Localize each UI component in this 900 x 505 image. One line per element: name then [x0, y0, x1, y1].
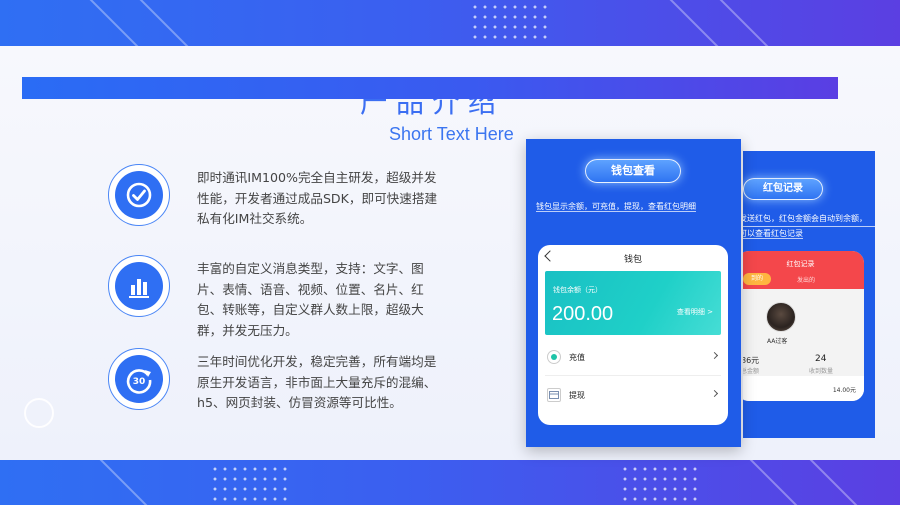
redpacket-caption-line: 可以查看红包记录	[743, 229, 803, 239]
recharge-icon	[547, 350, 561, 364]
list-amount: 14.00元	[832, 387, 856, 394]
stat-count-label: 收到数量	[809, 368, 834, 375]
feature-icon-ring	[108, 164, 170, 226]
redpacket-phone-mockup: 红包记录 发送红包，红包金额会自动到余额， 可以查看红包记录 红包记录 到的 发…	[743, 151, 875, 438]
chevron-right-icon	[710, 351, 719, 360]
row-divider	[545, 375, 721, 376]
wallet-nav-bar: 钱包	[538, 245, 728, 271]
chevron-right-icon	[710, 389, 719, 398]
feature-description: 三年时间优化开发，稳定完善，所有端均是原生开发语言，非市面上大量充斥的混编、h5…	[197, 354, 437, 410]
decor-stripe	[717, 460, 805, 505]
withdraw-icon	[547, 388, 561, 402]
decor-ring	[24, 398, 54, 428]
svg-text:30: 30	[133, 377, 146, 387]
stat-amount: 86元	[743, 356, 760, 365]
wallet-phone-mockup: 钱包查看 钱包显示余额，可充值，提现，查看红包明细 钱包 钱包余额（元） 200…	[526, 139, 741, 447]
decor-dots	[470, 2, 550, 42]
check-circle-icon	[115, 171, 163, 219]
wallet-caption-text: 钱包显示余额，可充值，提现，查看红包明细	[536, 202, 696, 212]
view-details-link[interactable]: 查看明细 >	[677, 307, 713, 317]
redpacket-caption: 发送红包，红包金额会自动到余额， 可以查看红包记录	[743, 212, 875, 241]
slide-title-text: 产品介绍	[360, 99, 504, 115]
refresh-30-icon: 30	[115, 355, 163, 403]
slide-title: 产品介绍	[360, 99, 540, 115]
decor-dots	[210, 464, 290, 504]
decor-stripe	[647, 0, 735, 46]
title-banner-bar	[22, 77, 838, 99]
user-name: AA过客	[767, 338, 788, 345]
wallet-caption: 钱包显示余额，可充值，提现，查看红包明细	[536, 200, 736, 214]
top-decorative-band	[0, 0, 900, 46]
feature-icon-ring: 30	[108, 348, 170, 410]
bar-chart-icon	[115, 262, 163, 310]
decor-stripe	[67, 0, 155, 46]
balance-amount: 200.00	[552, 303, 614, 325]
balance-card: 钱包余额（元） 200.00 查看明细 >	[545, 271, 721, 335]
slide-subtitle: Short Text Here	[389, 124, 514, 144]
feature-description: 丰富的自定义消息类型，支持：文字、图片、表情、语音、视频、位置、名片、红包、转账…	[197, 261, 424, 338]
tab-received[interactable]: 到的	[743, 273, 771, 285]
withdraw-label: 提现	[569, 390, 585, 400]
wallet-view-button[interactable]: 钱包查看	[585, 159, 681, 183]
redpacket-caption-line: 发送红包，红包金额会自动到余额，	[743, 212, 875, 227]
wallet-screen: 钱包 钱包余额（元） 200.00 查看明细 > 充值 提现	[538, 245, 728, 425]
back-arrow-icon[interactable]	[544, 250, 556, 262]
tab-sent[interactable]: 发出的	[797, 275, 815, 284]
decor-dots	[620, 464, 700, 504]
redpacket-header: 红包记录 到的 发出的	[743, 251, 864, 289]
feature-icon-ring	[108, 255, 170, 317]
balance-label: 钱包余额（元）	[553, 286, 602, 294]
redpacket-list-row[interactable]: 14.00元	[743, 376, 864, 401]
redpacket-header-title: 红包记录	[786, 260, 815, 268]
feature-description: 即时通讯IM100%完全自主研发，超级并发性能，开发者通过成品SDK，即可快速搭…	[197, 170, 438, 226]
recharge-label: 充值	[569, 352, 585, 362]
recharge-row[interactable]: 充值	[545, 343, 721, 371]
stat-count: 24	[815, 354, 827, 364]
stat-amount-label: 总金额	[743, 368, 760, 375]
wallet-nav-title: 钱包	[623, 254, 642, 265]
bottom-decorative-band	[0, 460, 900, 505]
withdraw-row[interactable]: 提现	[545, 381, 721, 409]
decor-stripe	[67, 460, 155, 505]
redpacket-records-button[interactable]: 红包记录	[743, 178, 823, 200]
redpacket-screen: 红包记录 到的 发出的 AA过客 86元 总金额 24 收到数量 14.00元	[743, 251, 864, 401]
avatar	[766, 302, 796, 332]
